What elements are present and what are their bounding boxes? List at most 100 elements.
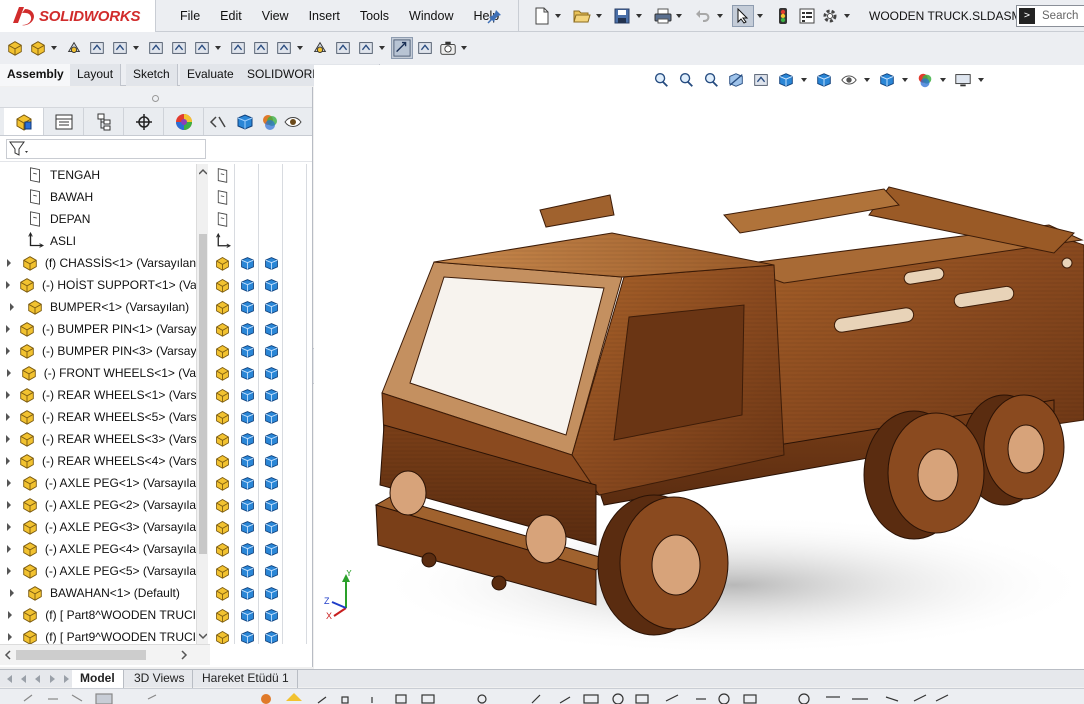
hscroll-thumb[interactable] [16,650,146,660]
origin-icon[interactable] [213,232,231,250]
save-icon[interactable] [612,5,633,27]
plane-icon[interactable] [213,188,231,206]
mate-icon[interactable] [63,37,85,59]
appearance-cube-icon[interactable] [238,628,256,644]
tree-item[interactable]: (-) HOİST SUPPORT<1> (Va [0,274,196,296]
first-tab-icon[interactable] [4,673,16,685]
expand-arrow-icon[interactable] [6,367,12,379]
propertymanager-icon[interactable] [44,108,84,135]
tree-item[interactable]: DEPAN [0,208,196,230]
appearance-cube-icon[interactable] [238,540,256,558]
expand-arrow-icon[interactable] [6,301,18,313]
dynamic-annotation-icon[interactable] [750,69,772,91]
tri-appearance-icon[interactable] [262,276,280,294]
part-icon[interactable] [213,584,231,602]
tri-appearance-icon[interactable] [262,408,280,426]
solidworks-logo[interactable]: SOLIDWORKS [0,0,156,32]
show-hidden-icon[interactable] [191,37,213,59]
pane-grip[interactable] [0,87,312,108]
tree-item[interactable]: (-) REAR WHEELS<1> (Vars [0,384,196,406]
appearance-cube-icon[interactable] [232,108,258,135]
part-icon[interactable] [213,452,231,470]
edit-appearance-icon[interactable] [876,69,898,91]
tree-item[interactable]: (f) CHASSİS<1> (Varsayılan [0,252,196,274]
scroll-right-icon[interactable] [180,650,188,660]
menu-tools[interactable]: Tools [350,0,399,32]
open-icon[interactable] [571,5,592,27]
tree-item[interactable]: (-) FRONT WHEELS<1> (Va [0,362,196,384]
appearance-cube-icon[interactable] [238,320,256,338]
menu-edit[interactable]: Edit [210,0,252,32]
move-component-icon[interactable] [168,37,190,59]
part-icon[interactable] [213,562,231,580]
expand-arrow-icon[interactable] [6,587,18,599]
part-icon[interactable] [213,474,231,492]
options-dropdown[interactable] [843,5,851,27]
expand-arrow-icon[interactable] [6,257,13,269]
expand-arrow-icon[interactable] [6,433,10,445]
tri-appearance-icon[interactable] [262,540,280,558]
tree-item[interactable]: (-) BUMPER PIN<3> (Varsay [0,340,196,362]
tree-item[interactable]: BAWAH [0,186,196,208]
tab-hareket-etüdü-1[interactable]: Hareket Etüdü 1 [194,670,298,688]
print-dropdown[interactable] [675,5,683,27]
tree-item[interactable]: (-) AXLE PEG<5> (Varsayıla [0,560,196,582]
tree-filter-input[interactable] [6,138,206,159]
new-dropdown[interactable] [554,5,562,27]
expand-arrow-icon[interactable] [6,521,13,533]
part-icon[interactable] [213,254,231,272]
appearance-cube-icon[interactable] [238,364,256,382]
part-icon[interactable] [213,628,231,644]
tab-3d-views[interactable]: 3D Views [126,670,194,688]
collapse-icon[interactable] [204,108,232,135]
prev-icon[interactable] [32,673,44,685]
tree-item[interactable]: (-) BUMPER PIN<1> (Varsay [0,318,196,340]
part-icon[interactable] [213,342,231,360]
part-icon[interactable] [213,518,231,536]
tree-item[interactable]: (f) [ Part9^WOODEN TRUCI [0,626,196,644]
save-dropdown[interactable] [635,5,643,27]
appearance-cube-icon[interactable] [238,254,256,272]
zoom-to-area-icon[interactable] [675,69,697,91]
part-icon[interactable] [213,364,231,382]
insert-components-icon[interactable] [27,37,49,59]
linear-pattern-dropdown[interactable] [132,37,140,59]
scroll-up-icon[interactable] [199,168,207,176]
edit-appearance-dropdown[interactable] [901,69,909,91]
tri-appearance-icon[interactable] [262,364,280,382]
tree-item[interactable]: (-) AXLE PEG<1> (Varsayıla [0,472,196,494]
pin-icon[interactable] [487,8,503,24]
last-tab-icon[interactable] [60,673,72,685]
appearance-cube-icon[interactable] [238,496,256,514]
expand-arrow-icon[interactable] [6,565,13,577]
apply-scene-dropdown[interactable] [939,69,947,91]
tree-item[interactable]: BUMPER<1> (Varsayılan) [0,296,196,318]
open-dropdown[interactable] [595,5,603,27]
print-icon[interactable] [652,5,673,27]
bill-of-materials-icon[interactable] [309,37,331,59]
tree-item[interactable]: (-) REAR WHEELS<4> (Vars [0,450,196,472]
assembly-features-icon[interactable] [227,37,249,59]
tree-item[interactable]: (-) REAR WHEELS<3> (Vars [0,428,196,450]
part-icon[interactable] [213,298,231,316]
instant3d-icon[interactable] [391,37,413,59]
tri-appearance-icon[interactable] [262,320,280,338]
linear-pattern-icon[interactable] [109,37,131,59]
component-preview-icon[interactable] [86,37,108,59]
part-icon[interactable] [213,408,231,426]
expand-arrow-icon[interactable] [6,389,10,401]
displaymanager-icon[interactable] [164,108,204,135]
tri-appearance-icon[interactable] [262,584,280,602]
expand-arrow-icon[interactable] [6,411,10,423]
part-icon[interactable] [213,320,231,338]
view-settings-icon[interactable] [952,69,974,91]
visibility-eye-icon[interactable] [282,108,304,135]
prev-tab-icon[interactable] [18,673,30,685]
expand-arrow-icon[interactable] [6,609,13,621]
part-icon[interactable] [213,276,231,294]
expand-arrow-icon[interactable] [6,345,10,357]
snapshot-icon[interactable] [437,37,459,59]
hide-show-items-icon[interactable] [838,69,860,91]
tab-layout[interactable]: Layout [70,64,122,86]
menu-insert[interactable]: Insert [299,0,350,32]
